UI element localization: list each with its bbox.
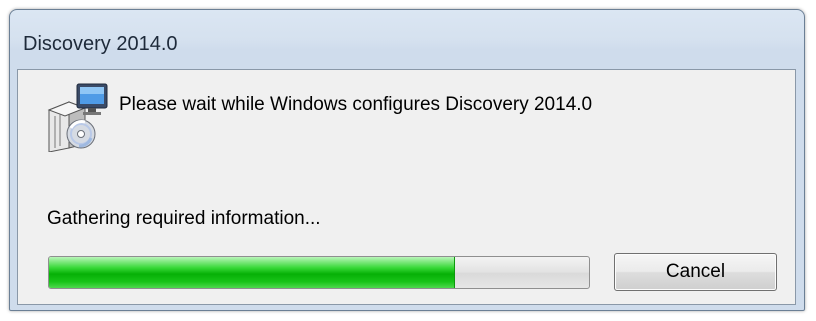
status-text: Gathering required information...	[47, 208, 321, 229]
configuring-message: Please wait while Windows configures Dis…	[119, 94, 593, 115]
title-bar[interactable]: Discovery 2014.0	[10, 10, 804, 70]
installer-dialog-window: Discovery 2014.0 Please wait while Windo…	[9, 9, 805, 311]
window-title: Discovery 2014.0	[23, 33, 178, 55]
progress-bar	[48, 256, 590, 289]
progress-bar-fill	[49, 257, 455, 288]
installer-package-icon	[47, 83, 108, 152]
dialog-content: Please wait while Windows configures Dis…	[17, 69, 796, 305]
cancel-button[interactable]: Cancel	[614, 253, 777, 291]
